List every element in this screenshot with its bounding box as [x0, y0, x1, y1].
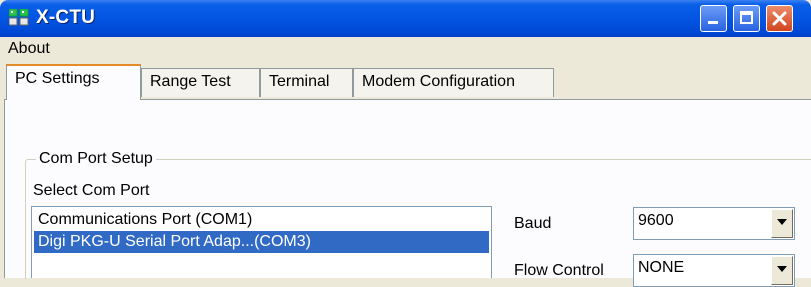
app-icon [9, 9, 29, 26]
title-bar[interactable]: X-CTU [0, 0, 811, 37]
baud-select[interactable]: 9600 [633, 207, 795, 240]
tab-pc-settings[interactable]: PC Settings [6, 64, 141, 100]
flow-control-label: Flow Control [514, 262, 604, 279]
tab-label: Modem Configuration [362, 73, 515, 90]
flow-control-value: NONE [638, 259, 685, 276]
minimize-button[interactable] [700, 5, 727, 32]
port-label: Digi PKG-U Serial Port Adap...(COM3) [38, 233, 311, 250]
tab-label: Terminal [269, 73, 330, 90]
tab-range-test[interactable]: Range Test [141, 68, 260, 97]
tab-label: Range Test [150, 73, 231, 90]
flow-control-select[interactable]: NONE [633, 254, 795, 287]
list-item-selected[interactable]: Digi PKG-U Serial Port Adap...(COM3) [34, 231, 489, 253]
flow-control-dropdown-button[interactable] [771, 256, 793, 285]
select-com-port-label: Select Com Port [33, 182, 150, 199]
close-button[interactable] [766, 5, 793, 32]
baud-value: 9600 [638, 212, 674, 229]
chevron-down-icon [777, 266, 787, 272]
tab-strip: PC Settings Range Test Terminal Modem Co… [0, 62, 811, 102]
chevron-down-icon [777, 219, 787, 225]
tab-label: PC Settings [15, 70, 100, 87]
baud-label: Baud [514, 215, 552, 232]
minimize-icon [708, 21, 718, 24]
tab-modem-configuration[interactable]: Modem Configuration [353, 68, 554, 97]
group-title: Com Port Setup [36, 150, 156, 168]
port-label: Communications Port (COM1) [38, 211, 253, 228]
com-port-list[interactable]: Communications Port (COM1) Digi PKG-U Se… [31, 206, 492, 278]
list-item[interactable]: Communications Port (COM1) [34, 209, 489, 231]
maximize-icon [740, 11, 753, 24]
close-icon [772, 11, 787, 26]
menu-about[interactable]: About [8, 40, 50, 58]
menu-bar: About [0, 37, 811, 62]
tab-terminal[interactable]: Terminal [260, 68, 353, 97]
maximize-button[interactable] [733, 5, 760, 32]
baud-dropdown-button[interactable] [771, 209, 793, 238]
window-title: X-CTU [36, 7, 96, 28]
